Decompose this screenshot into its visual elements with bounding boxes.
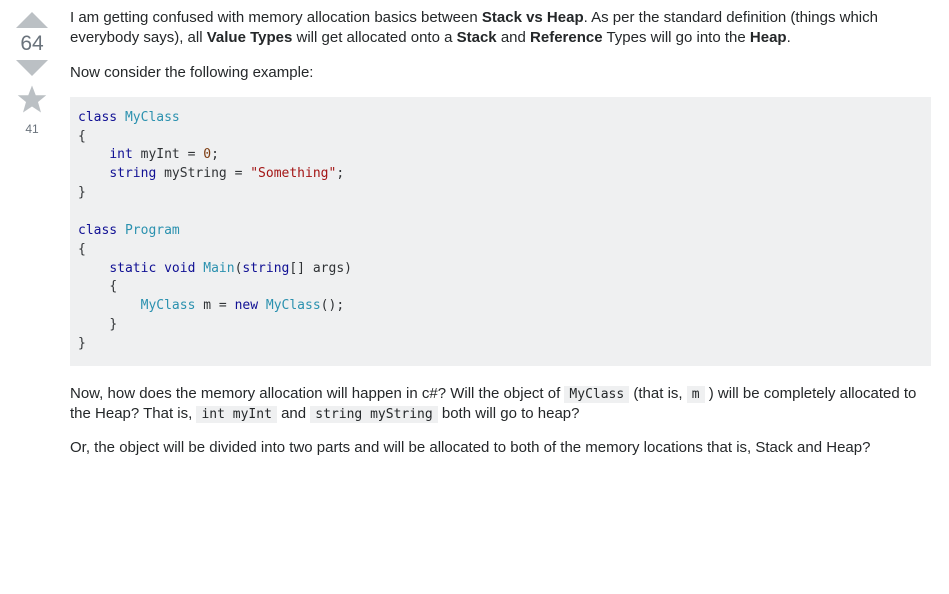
code-keyword: void <box>164 261 195 276</box>
downvote-button[interactable] <box>14 58 50 78</box>
code-plain: args <box>305 261 344 276</box>
bold-text: Value Types <box>207 29 293 46</box>
code-string: "Something" <box>250 166 336 181</box>
code-punct: } <box>78 336 86 351</box>
paragraph-lead: Now consider the following example: <box>70 63 931 83</box>
upvote-button[interactable] <box>14 10 50 30</box>
text: (that is, <box>629 385 687 402</box>
text: and <box>497 29 530 46</box>
code-punct: ) <box>344 261 352 276</box>
code-keyword: class <box>78 110 117 125</box>
code-punct: { <box>78 129 86 144</box>
inline-code: int myInt <box>196 406 276 423</box>
code-plain: myInt <box>133 147 188 162</box>
text: and <box>277 405 310 422</box>
code-keyword: new <box>235 298 258 313</box>
text: will get allocated onto a <box>292 29 456 46</box>
text: . <box>787 29 791 46</box>
code-punct: = <box>235 166 243 181</box>
code-punct: { <box>109 279 117 294</box>
code-punct: (); <box>321 298 344 313</box>
paragraph-alt: Or, the object will be divided into two … <box>70 438 931 458</box>
text: Now, how does the memory allocation will… <box>70 385 564 402</box>
bold-text: Stack <box>457 29 497 46</box>
bold-text: Reference <box>530 29 603 46</box>
star-icon <box>17 84 47 114</box>
downvote-icon <box>14 58 50 78</box>
favorite-count: 41 <box>25 122 38 136</box>
code-keyword: class <box>78 223 117 238</box>
code-type: MyClass <box>141 298 196 313</box>
code-number: 0 <box>203 147 211 162</box>
code-punct: { <box>78 242 86 257</box>
text: Types will go into the <box>603 29 750 46</box>
code-keyword: static <box>109 261 156 276</box>
code-punct: = <box>219 298 227 313</box>
code-plain: m <box>195 298 218 313</box>
code-punct: ; <box>336 166 344 181</box>
paragraph-question: Now, how does the memory allocation will… <box>70 384 931 425</box>
inline-code: m <box>687 386 705 403</box>
code-type: MyClass <box>266 298 321 313</box>
code-keyword: int <box>109 147 132 162</box>
vote-score: 64 <box>20 32 43 56</box>
code-punct: [] <box>289 261 305 276</box>
code-keyword: string <box>242 261 289 276</box>
code-punct: = <box>188 147 196 162</box>
inline-code: string myString <box>310 406 437 423</box>
favorite-button[interactable] <box>17 84 47 118</box>
bold-text: Stack vs Heap <box>482 9 584 26</box>
code-type: Program <box>125 223 180 238</box>
upvote-icon <box>14 10 50 30</box>
text: I am getting confused with memory alloca… <box>70 9 482 26</box>
code-punct: } <box>109 317 117 332</box>
code-type: MyClass <box>125 110 180 125</box>
code-punct: ; <box>211 147 219 162</box>
question-post: 64 41 I am getting confused with memory … <box>10 8 931 472</box>
code-plain: myString <box>156 166 234 181</box>
vote-column: 64 41 <box>10 8 54 472</box>
inline-code: MyClass <box>564 386 629 403</box>
code-block: class MyClass { int myInt = 0; string my… <box>70 97 931 366</box>
paragraph-intro: I am getting confused with memory alloca… <box>70 8 931 49</box>
bold-text: Heap <box>750 29 787 46</box>
text: both will go to heap? <box>438 405 580 422</box>
code-type: Main <box>203 261 234 276</box>
code-punct: } <box>78 185 86 200</box>
code-keyword: string <box>109 166 156 181</box>
question-body: I am getting confused with memory alloca… <box>70 8 931 472</box>
